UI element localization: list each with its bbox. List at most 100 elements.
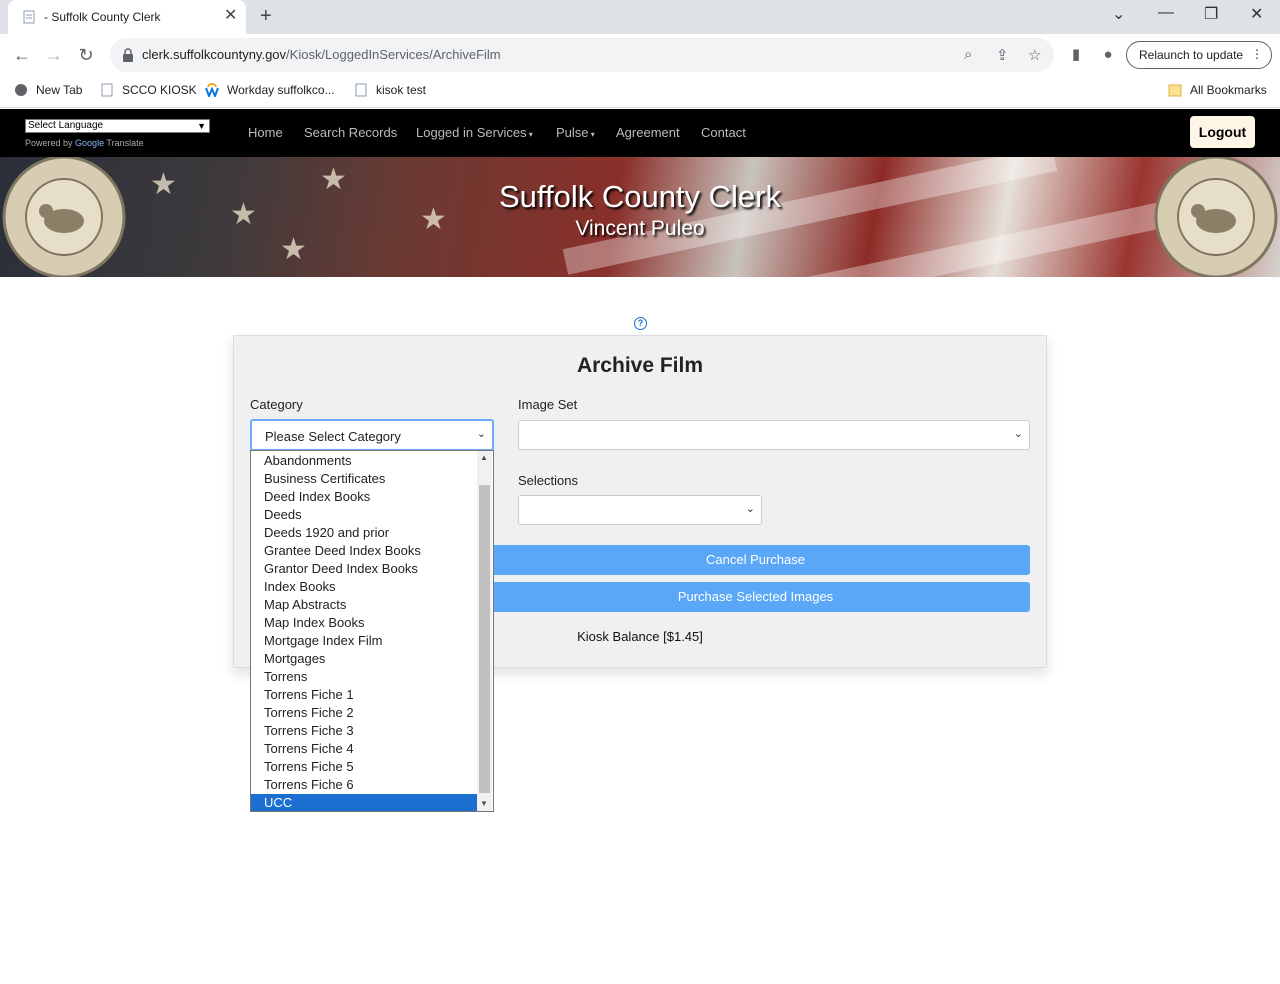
- browser-toolbar: ← → ↻ clerk.suffolkcountyny.gov/Kiosk/Lo…: [0, 34, 1280, 76]
- bookmark-label: SCCO KIOSK: [122, 83, 197, 97]
- dropdown-option[interactable]: Map Index Books: [251, 614, 478, 632]
- purchase-selected-images-button[interactable]: Purchase Selected Images: [481, 582, 1030, 612]
- chevron-down-icon: ⌄: [745, 503, 755, 515]
- bookmark-new-tab[interactable]: New Tab: [14, 83, 82, 97]
- dropdown-option[interactable]: Index Books: [251, 578, 478, 596]
- url-path: /Kiosk/LoggedInServices/ArchiveFilm: [286, 47, 501, 62]
- dropdown-option[interactable]: Map Abstracts: [251, 596, 478, 614]
- dropdown-option[interactable]: UCC: [251, 794, 478, 811]
- side-panel-icon[interactable]: ▮: [1065, 44, 1087, 66]
- nav-contact[interactable]: Contact: [701, 125, 746, 140]
- window-close-icon[interactable]: ✕: [1250, 4, 1263, 24]
- nav-logged-in-services-label: Logged in Services: [416, 125, 527, 140]
- zoom-icon[interactable]: ⌕: [964, 46, 972, 63]
- banner-title: Suffolk County Clerk: [499, 179, 781, 214]
- browser-tab[interactable]: - Suffolk County Clerk ✕: [8, 0, 246, 34]
- dropdown-option[interactable]: Torrens Fiche 4: [251, 740, 478, 758]
- dropdown-option[interactable]: Grantor Deed Index Books: [251, 560, 478, 578]
- category-select[interactable]: Please Select Category ⌄: [250, 419, 494, 451]
- dropdown-option[interactable]: Torrens Fiche 2: [251, 704, 478, 722]
- bookmark-scco-kiosk[interactable]: SCCO KIOSK: [100, 83, 197, 97]
- chevron-down-icon: ▼: [197, 121, 206, 131]
- category-label: Category: [250, 397, 303, 412]
- page-title: Archive Film: [576, 354, 704, 377]
- dropdown-option[interactable]: Torrens: [251, 668, 478, 686]
- powered-by-label: Powered by: [25, 138, 73, 148]
- chevron-down-icon: ⌄: [476, 428, 486, 440]
- dropdown-option[interactable]: Deeds 1920 and prior: [251, 524, 478, 542]
- dropdown-option[interactable]: Torrens Fiche 1: [251, 686, 478, 704]
- dropdown-option[interactable]: Grantee Deed Index Books: [251, 542, 478, 560]
- category-dropdown-list[interactable]: Abandonments Business Certificates Deed In…: [250, 450, 494, 812]
- scroll-down-icon[interactable]: ▼: [480, 799, 488, 808]
- profile-avatar-icon[interactable]: ●: [1097, 44, 1119, 66]
- translate-link[interactable]: Translate: [106, 138, 143, 148]
- all-bookmarks-label: All Bookmarks: [1190, 83, 1267, 97]
- dropdown-option[interactable]: Mortgage Index Film: [251, 632, 478, 650]
- site-nav: Select Language ▼ Powered by Google Trans…: [0, 109, 1280, 157]
- relaunch-label: Relaunch to update: [1139, 48, 1244, 62]
- globe-icon: [15, 84, 27, 96]
- language-select[interactable]: Select Language ▼: [25, 119, 210, 133]
- minimize-icon[interactable]: —: [1158, 4, 1174, 22]
- nav-agreement[interactable]: Agreement: [616, 125, 680, 140]
- relaunch-button[interactable]: Relaunch to update ⋮: [1126, 41, 1272, 69]
- selections-select[interactable]: ⌄: [518, 495, 762, 525]
- image-set-select[interactable]: ⌄: [518, 420, 1030, 450]
- bookmark-workday[interactable]: Workday suffolkco...: [205, 83, 335, 97]
- restore-icon[interactable]: ❐: [1204, 4, 1218, 24]
- page-icon: [355, 83, 367, 97]
- dropdown-option[interactable]: Abandonments: [251, 452, 478, 470]
- all-bookmarks[interactable]: All Bookmarks: [1168, 83, 1267, 97]
- dropdown-option[interactable]: Deed Index Books: [251, 488, 478, 506]
- nav-pulse[interactable]: Pulse ▾: [556, 125, 595, 140]
- dropdown-option[interactable]: Deeds: [251, 506, 478, 524]
- browser-tab-strip: - Suffolk County Clerk ✕ + ⌄ — ❐ ✕: [0, 0, 1280, 34]
- selections-label: Selections: [518, 473, 578, 488]
- image-set-label: Image Set: [518, 397, 578, 412]
- menu-dots-icon: ⋮: [1251, 47, 1263, 61]
- reload-icon[interactable]: ↻: [75, 44, 97, 66]
- tab-title: - Suffolk County Clerk: [44, 10, 161, 24]
- dropdown-option[interactable]: Mortgages: [251, 650, 478, 668]
- address-bar[interactable]: clerk.suffolkcountyny.gov/Kiosk/LoggedIn…: [110, 38, 1054, 72]
- language-select-label: Select Language: [28, 120, 104, 131]
- nav-search-records[interactable]: Search Records: [304, 125, 397, 140]
- bookmark-label: kisok test: [376, 83, 427, 97]
- powered-by-google: Powered by Google Translate: [25, 138, 144, 148]
- dropdown-scrollbar[interactable]: ▲ ▼: [477, 451, 492, 811]
- nav-logged-in-services[interactable]: Logged in Services ▾: [416, 125, 533, 140]
- dropdown-option[interactable]: Torrens Fiche 5: [251, 758, 478, 776]
- header-banner: ★ ★ ★ ★ ★ Suffolk County Clerk Vincent P…: [0, 157, 1280, 277]
- nav-home[interactable]: Home: [248, 125, 283, 140]
- scroll-up-icon[interactable]: ▲: [480, 453, 488, 462]
- bookmark-label: Workday suffolkco...: [227, 83, 335, 97]
- forward-icon[interactable]: →: [43, 44, 65, 66]
- nav-pulse-label: Pulse: [556, 125, 589, 140]
- bookmark-kisok-test[interactable]: kisok test: [354, 83, 426, 97]
- cancel-purchase-button[interactable]: Cancel Purchase: [481, 545, 1030, 575]
- help-icon[interactable]: ?: [634, 317, 647, 330]
- workday-icon: [205, 83, 219, 97]
- dropdown-option[interactable]: Torrens Fiche 3: [251, 722, 478, 740]
- dropdown-option[interactable]: Torrens Fiche 6: [251, 776, 478, 794]
- banner-subtitle: Vincent Puleo: [575, 217, 705, 240]
- bookmark-star-icon[interactable]: ☆: [1028, 46, 1041, 64]
- tab-search-icon[interactable]: ⌄: [1112, 4, 1125, 24]
- back-icon[interactable]: ←: [11, 44, 33, 66]
- folder-icon: [1168, 84, 1182, 97]
- logout-button[interactable]: Logout: [1190, 116, 1255, 148]
- scrollbar-thumb[interactable]: [479, 485, 490, 793]
- new-tab-icon[interactable]: +: [260, 5, 272, 27]
- bookmarks-bar: New Tab SCCO KIOSK Workday suffolkco... …: [0, 76, 1280, 108]
- bookmark-label: New Tab: [36, 83, 83, 97]
- category-select-value: Please Select Category: [265, 429, 401, 444]
- dropdown-option[interactable]: Business Certificates: [251, 470, 478, 488]
- url-host: clerk.suffolkcountyny.gov: [142, 47, 287, 62]
- page-icon: [101, 83, 113, 97]
- tab-close-icon[interactable]: ✕: [224, 7, 237, 25]
- share-icon[interactable]: ⇪: [996, 46, 1009, 64]
- chevron-down-icon: ⌄: [1013, 428, 1023, 440]
- google-logo-text: Google: [75, 138, 105, 148]
- caret-down-icon: ▾: [588, 130, 595, 139]
